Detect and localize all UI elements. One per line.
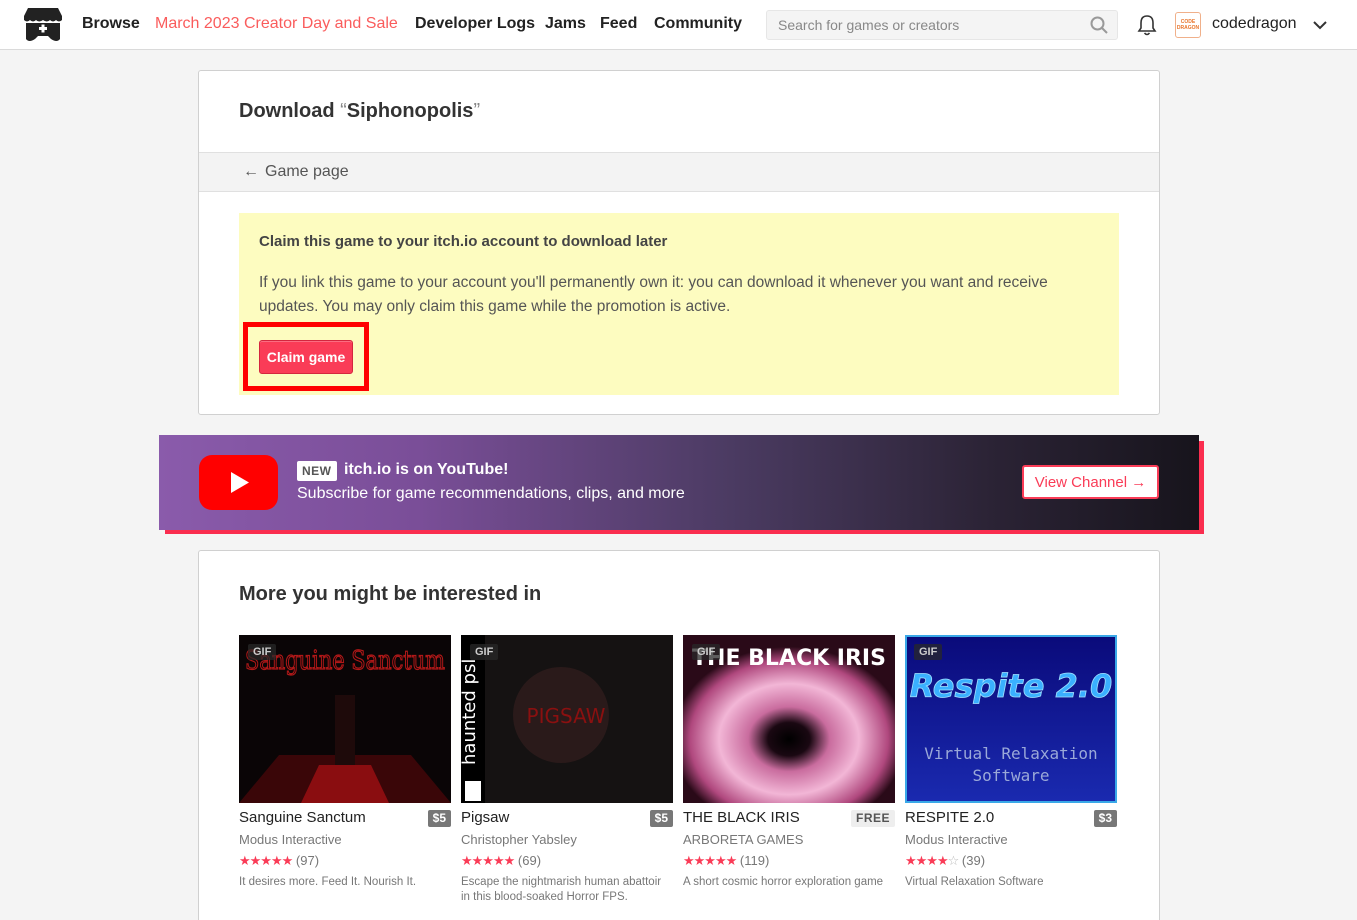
youtube-banner[interactable]: NEW itch.io is on YouTube! Subscribe for… bbox=[159, 435, 1199, 530]
banner-subtitle: Subscribe for game recommendations, clip… bbox=[297, 485, 685, 502]
game-author[interactable]: Modus Interactive bbox=[239, 832, 342, 847]
new-badge: NEW bbox=[297, 461, 337, 481]
cover-text: PIGSAW bbox=[527, 704, 606, 728]
view-channel-button[interactable]: View Channel → bbox=[1022, 465, 1159, 499]
close-quote: ” bbox=[473, 100, 481, 122]
gif-badge: GIF bbox=[470, 644, 499, 660]
user-avatar[interactable]: CODE DRAGON bbox=[1175, 12, 1201, 38]
game-rating: ★★★★★ (69) bbox=[461, 853, 541, 869]
username[interactable]: codedragon bbox=[1212, 15, 1297, 33]
nav-sale-event[interactable]: March 2023 Creator Day and Sale bbox=[155, 15, 398, 33]
cover-subtext-1: Virtual Relaxation bbox=[924, 744, 1097, 763]
arrow-left-icon: ← bbox=[243, 163, 259, 180]
price-badge: $3 bbox=[1093, 810, 1117, 827]
game-page-link[interactable]: ← Game page bbox=[243, 163, 349, 181]
game-thumbnail[interactable]: THE BLACK IRIS GIF bbox=[683, 635, 895, 803]
price-badge: $5 bbox=[649, 810, 673, 827]
chevron-down-icon[interactable] bbox=[1312, 17, 1328, 33]
claim-notice: Claim this game to your itch.io account … bbox=[239, 213, 1119, 395]
game-cover-image: THE BLACK IRIS bbox=[683, 635, 895, 803]
gif-badge: GIF bbox=[692, 644, 721, 660]
game-cover-image: Sanguine Sanctum bbox=[239, 635, 451, 803]
review-count: (39) bbox=[961, 853, 986, 868]
game-title[interactable]: Pigsaw bbox=[461, 809, 509, 826]
game-description: A short cosmic horror exploration game bbox=[683, 876, 884, 888]
game-thumbnail[interactable]: haunted psl PIGSAW GIF bbox=[461, 635, 673, 803]
claim-game-button[interactable]: Claim game bbox=[259, 340, 353, 374]
recommendations-section: More you might be interested in Sanguine… bbox=[198, 550, 1160, 920]
gif-badge: GIF bbox=[248, 644, 277, 660]
empty-stars: ☆ bbox=[947, 853, 960, 868]
cover-subtext-2: Software bbox=[972, 766, 1049, 785]
game-rating: ★★★★☆ (39) bbox=[905, 853, 985, 869]
game-author[interactable]: Christopher Yabsley bbox=[461, 832, 577, 847]
filled-stars: ★★★★ bbox=[905, 853, 949, 868]
title-prefix: Download bbox=[239, 100, 341, 122]
game-name: Siphonopolis bbox=[346, 100, 474, 122]
price-badge: $5 bbox=[427, 810, 451, 827]
review-count: (119) bbox=[739, 853, 770, 868]
nav-community[interactable]: Community bbox=[654, 15, 742, 33]
game-title[interactable]: Sanguine Sanctum bbox=[239, 809, 366, 826]
game-card: THE BLACK IRIS GIF THE BLACK IRIS FREE A… bbox=[683, 635, 895, 888]
price-badge: FREE bbox=[850, 810, 895, 827]
recommendations-title: More you might be interested in bbox=[239, 583, 542, 605]
search-input[interactable] bbox=[767, 11, 1087, 39]
itch-logo-icon[interactable] bbox=[23, 6, 63, 44]
notification-bell-icon[interactable] bbox=[1137, 14, 1157, 36]
game-description: It desires more. Feed It. Nourish It. bbox=[239, 876, 417, 888]
game-title[interactable]: THE BLACK IRIS bbox=[683, 809, 800, 826]
game-description: Escape the nightmarish human abattoir in… bbox=[461, 876, 662, 903]
banner-title: itch.io is on YouTube! bbox=[344, 461, 509, 478]
game-rating: ★★★★★ (119) bbox=[683, 853, 769, 869]
rating-stars: ★★★★★ bbox=[461, 853, 515, 868]
rating-stars: ★★★★☆ bbox=[905, 853, 960, 868]
rating-stars: ★★★★★ bbox=[683, 853, 737, 868]
site-header: Browse March 2023 Creator Day and Sale D… bbox=[0, 0, 1357, 50]
sub-navigation: ← Game page bbox=[199, 152, 1159, 192]
game-cover-image: haunted psl PIGSAW bbox=[461, 635, 673, 803]
page-title: Download “Siphonopolis” bbox=[239, 100, 480, 123]
game-title[interactable]: RESPITE 2.0 bbox=[905, 809, 994, 826]
search-icon[interactable] bbox=[1090, 16, 1108, 34]
youtube-logo-icon bbox=[199, 455, 278, 510]
download-card: Download “Siphonopolis” ← Game page Claim… bbox=[198, 70, 1160, 415]
game-thumbnail[interactable]: Respite 2.0 Virtual Relaxation Software … bbox=[905, 635, 1117, 803]
review-count: (97) bbox=[295, 853, 320, 868]
game-rating: ★★★★★ (97) bbox=[239, 853, 319, 869]
game-card: haunted psl PIGSAW GIF Pigsaw $5 Christo… bbox=[461, 635, 673, 903]
game-author[interactable]: Modus Interactive bbox=[905, 832, 1008, 847]
cover-text: THE BLACK IRIS bbox=[692, 646, 886, 671]
gif-badge: GIF bbox=[914, 644, 943, 660]
claim-heading: Claim this game to your itch.io account … bbox=[259, 233, 668, 250]
nav-jams[interactable]: Jams bbox=[545, 15, 586, 33]
claim-description: If you link this game to your account yo… bbox=[259, 274, 1048, 315]
nav-browse[interactable]: Browse bbox=[82, 15, 140, 33]
game-card: Sanguine Sanctum GIF Sanguine Sanctum $5… bbox=[239, 635, 451, 888]
game-page-label: Game page bbox=[265, 163, 349, 180]
rating-stars: ★★★★★ bbox=[239, 853, 293, 868]
game-description: Virtual Relaxation Software bbox=[905, 876, 1044, 888]
cover-side-text: haunted psl bbox=[461, 659, 480, 765]
open-quote: “ bbox=[340, 100, 347, 122]
game-cover-image: Respite 2.0 Virtual Relaxation Software bbox=[905, 635, 1117, 803]
game-card: Respite 2.0 Virtual Relaxation Software … bbox=[905, 635, 1117, 888]
review-count: (69) bbox=[517, 853, 542, 868]
game-author[interactable]: ARBORETA GAMES bbox=[683, 832, 803, 847]
cover-text: Respite 2.0 bbox=[910, 667, 1113, 705]
nav-feed[interactable]: Feed bbox=[600, 15, 637, 33]
search-box bbox=[766, 10, 1118, 40]
nav-developer-logs[interactable]: Developer Logs bbox=[415, 15, 535, 33]
game-thumbnail[interactable]: Sanguine Sanctum GIF bbox=[239, 635, 451, 803]
